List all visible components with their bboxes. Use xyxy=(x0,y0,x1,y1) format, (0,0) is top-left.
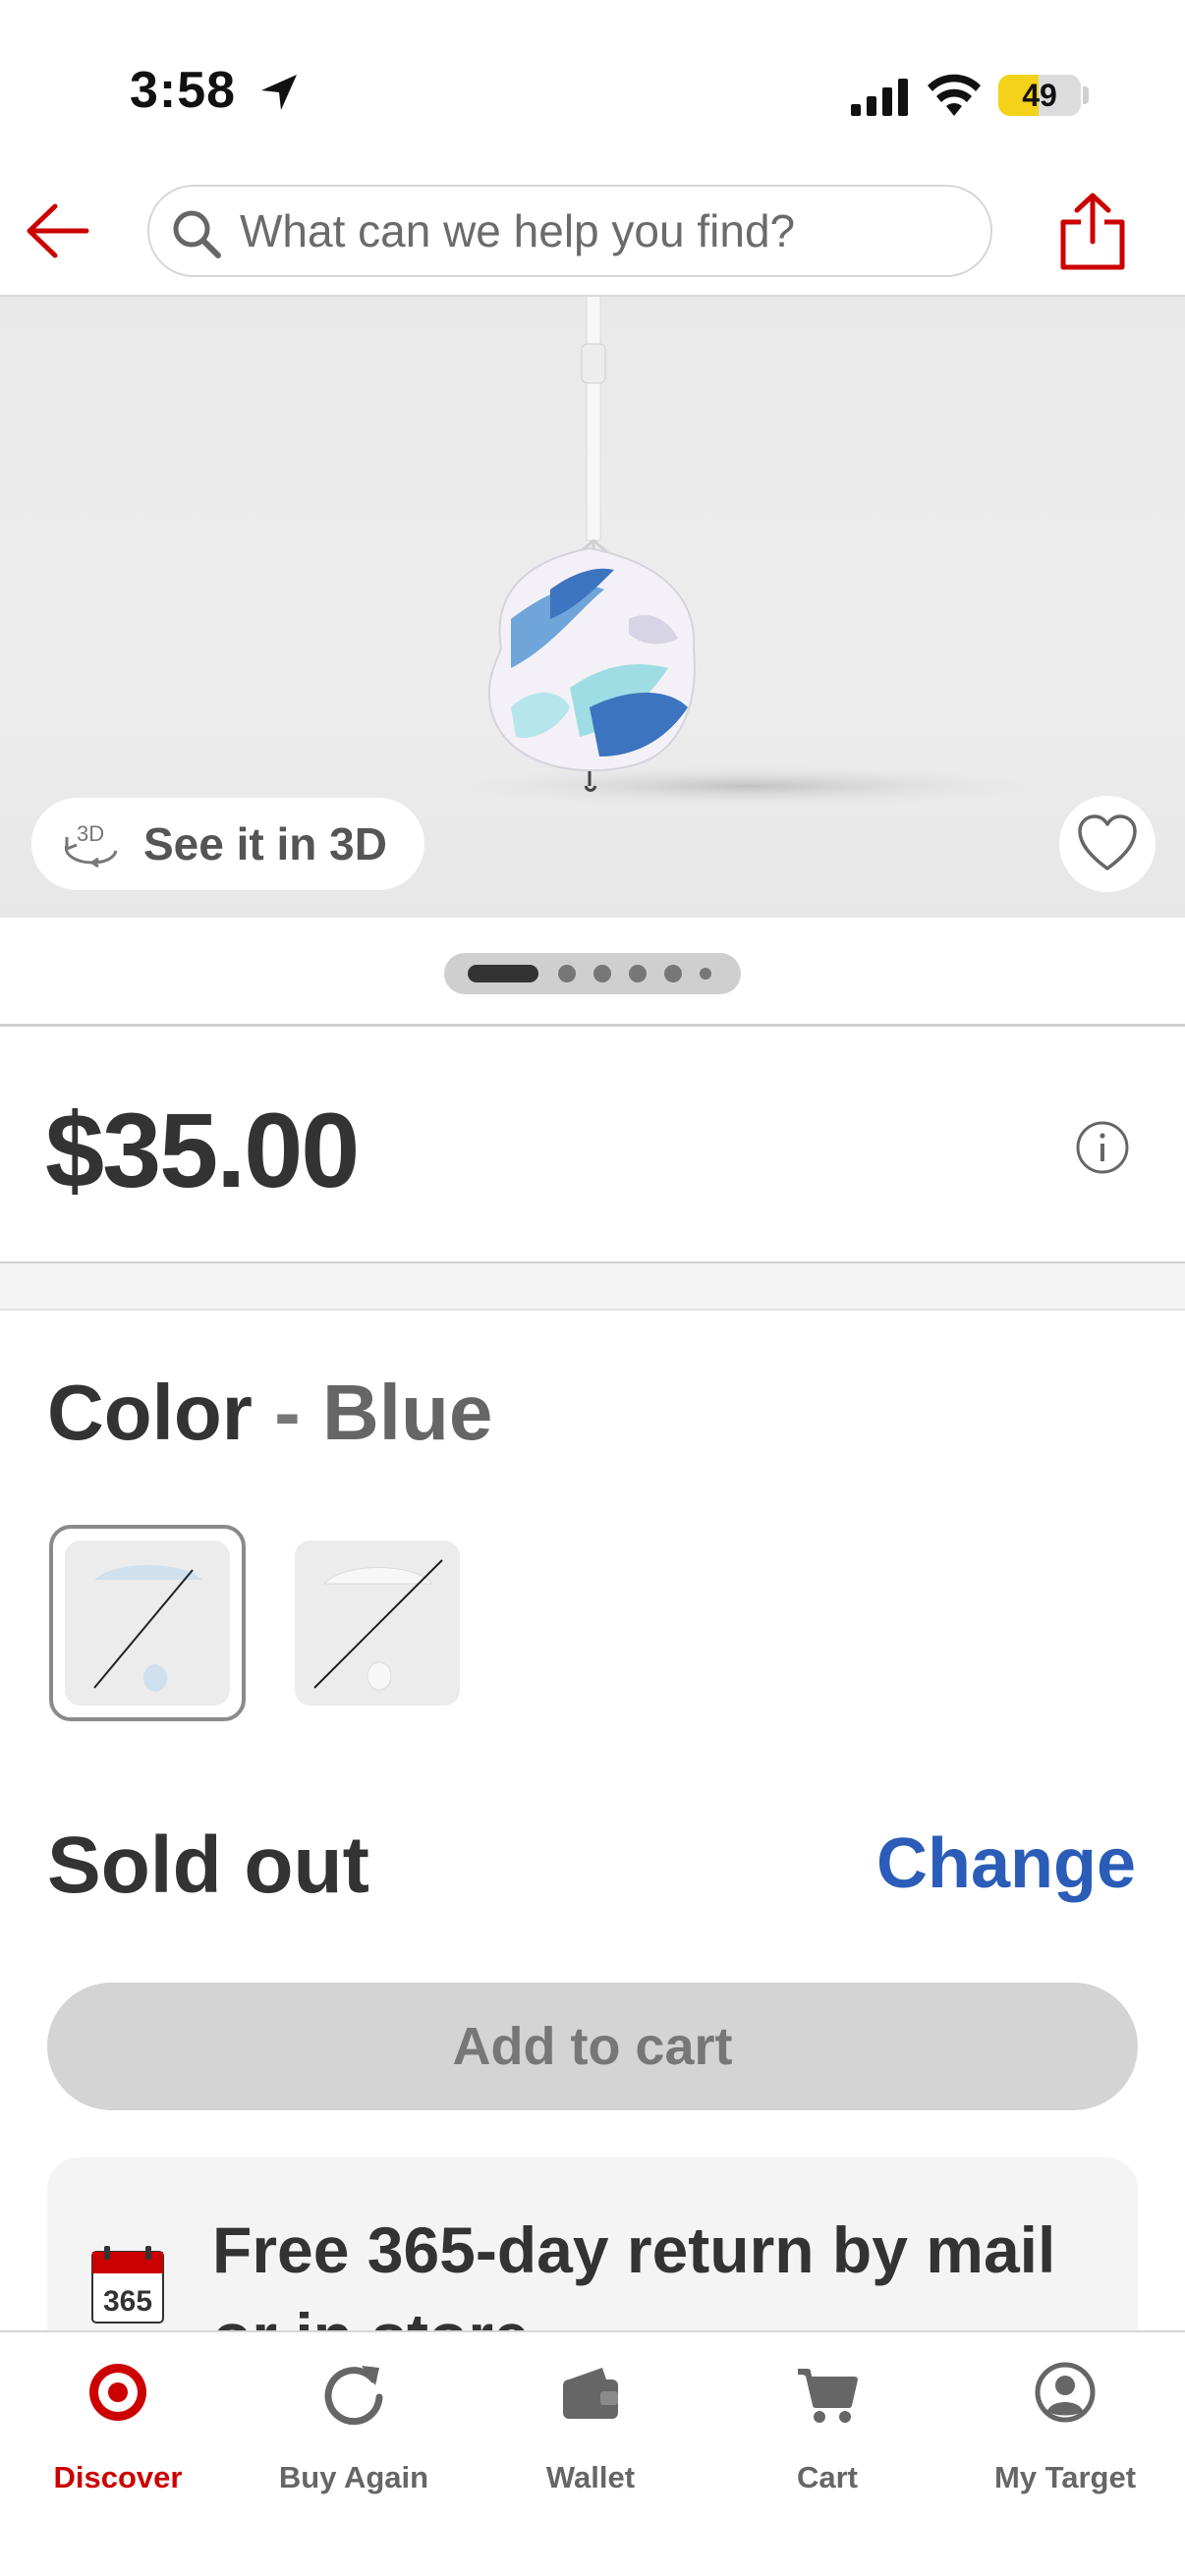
tab-label: Buy Again xyxy=(278,2460,429,2494)
carousel-indicator[interactable] xyxy=(444,953,741,994)
wallet-icon xyxy=(563,2368,618,2419)
reload-icon xyxy=(324,2366,383,2426)
see-in-3d-button[interactable]: 3D See it in 3D xyxy=(31,798,424,890)
battery-nub xyxy=(1083,86,1089,104)
battery-indicator: 49 xyxy=(998,75,1081,116)
see-in-3d-label: See it in 3D xyxy=(143,818,387,869)
tab-my-target[interactable]: My Target xyxy=(947,2358,1183,2505)
heart-icon xyxy=(1078,814,1137,870)
svg-text:3D: 3D xyxy=(77,821,104,846)
target-bullseye-icon xyxy=(89,2364,146,2421)
carousel-dot-6[interactable] xyxy=(700,968,711,980)
product-image[interactable]: 3D See it in 3D xyxy=(0,295,1185,918)
divider xyxy=(0,1024,1185,1027)
info-icon[interactable] xyxy=(1075,1120,1130,1175)
color-swatch-white[interactable] xyxy=(295,1540,460,1706)
color-separator: - xyxy=(274,1369,301,1456)
search-icon xyxy=(173,210,221,258)
hero-top-border xyxy=(0,295,1185,297)
tab-buy-again[interactable]: Buy Again xyxy=(236,2358,472,2505)
product-page: 3:58 49 What can we help you find? 3D Se… xyxy=(0,0,1185,2576)
change-link[interactable]: Change xyxy=(876,1823,1136,1904)
color-heading: Color - Blue xyxy=(47,1368,492,1458)
wifi-icon xyxy=(928,74,981,116)
product-price: $35.00 xyxy=(45,1091,360,1209)
search-bar[interactable] xyxy=(147,185,992,277)
tab-label: Discover xyxy=(53,2460,183,2494)
cellular-signal-icon xyxy=(851,79,908,116)
add-to-cart-button[interactable]: Add to cart xyxy=(47,1983,1138,2110)
tab-wallet[interactable]: Wallet xyxy=(473,2358,708,2505)
color-swatch-blue[interactable] xyxy=(65,1540,230,1706)
carousel-dot-4[interactable] xyxy=(629,965,647,982)
carousel-dot-1[interactable] xyxy=(468,965,538,982)
calendar-icon: 365 xyxy=(91,2246,164,2324)
carousel-dot-5[interactable] xyxy=(664,965,682,982)
tab-cart[interactable]: Cart xyxy=(709,2358,945,2505)
tab-label: My Target xyxy=(993,2460,1137,2494)
cart-icon xyxy=(798,2369,858,2423)
status-bar: 3:58 49 xyxy=(0,0,1185,177)
search-input[interactable] xyxy=(240,187,967,275)
color-label: Color xyxy=(47,1369,253,1456)
color-selected-value: Blue xyxy=(321,1369,493,1456)
favorite-button[interactable] xyxy=(1059,796,1156,892)
back-arrow-icon[interactable] xyxy=(22,196,94,265)
tab-label: Cart xyxy=(796,2460,858,2494)
3d-rotate-icon: 3D xyxy=(64,821,118,868)
tab-discover[interactable]: Discover xyxy=(0,2358,236,2505)
carousel-dot-3[interactable] xyxy=(593,965,611,982)
share-icon[interactable] xyxy=(1055,191,1130,271)
bottom-tab-bar: Discover Buy Again Wallet Cart My Target xyxy=(0,2330,1185,2576)
battery-percent: 49 xyxy=(1022,78,1057,113)
location-arrow-icon xyxy=(261,75,297,110)
availability-status: Sold out xyxy=(47,1820,369,1910)
user-circle-icon xyxy=(1035,2362,1096,2423)
status-time: 3:58 xyxy=(130,62,237,119)
carousel-dot-2[interactable] xyxy=(558,965,576,982)
swatch-thumbnail-blue xyxy=(65,1540,230,1706)
calendar-number: 365 xyxy=(103,2285,152,2318)
tab-label: Wallet xyxy=(545,2460,636,2494)
section-separator xyxy=(0,1261,1185,1311)
swatch-thumbnail-white xyxy=(295,1540,460,1706)
